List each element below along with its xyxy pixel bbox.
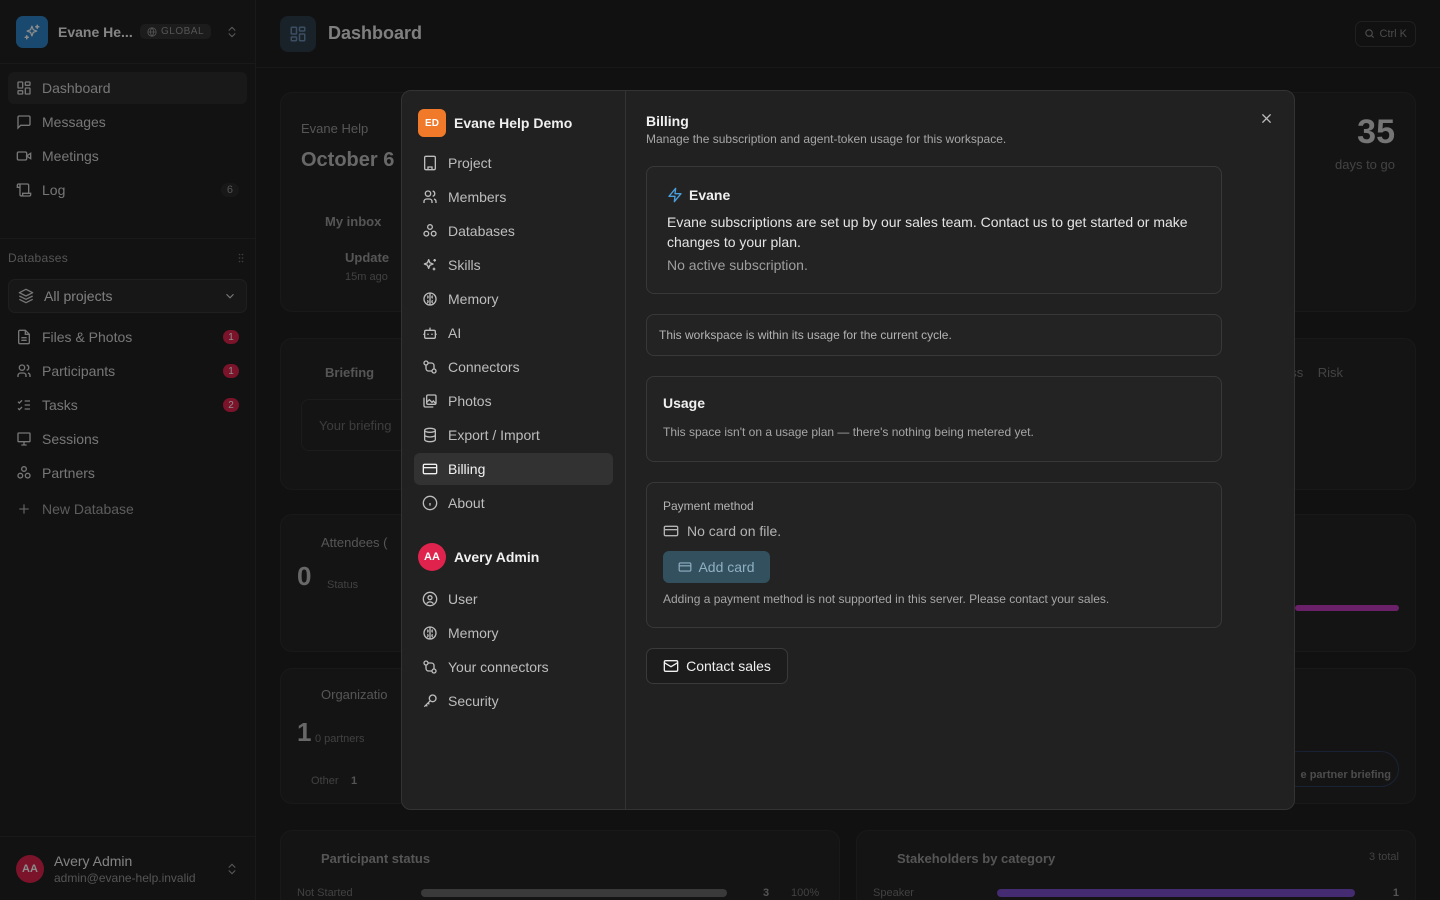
settings-item-label: Memory [448, 625, 499, 641]
settings-workspace-name: Evane Help Demo [454, 115, 573, 131]
settings-item-user[interactable]: User [414, 583, 613, 615]
contact-sales-button[interactable]: Contact sales [646, 648, 788, 684]
settings-item-user-memory[interactable]: Memory [414, 617, 613, 649]
key-icon [423, 694, 437, 708]
settings-item-about[interactable]: About [414, 487, 613, 519]
settings-item-memory[interactable]: Memory [414, 283, 613, 315]
settings-item-label: Billing [448, 461, 486, 477]
sparkles-icon [423, 259, 436, 271]
credit-card-icon [422, 463, 438, 475]
settings-item-connectors[interactable]: Connectors [414, 351, 613, 383]
settings-item-label: Export / Import [448, 427, 540, 443]
settings-item-label: Photos [448, 393, 492, 409]
brain-icon [423, 626, 437, 640]
settings-item-label: User [448, 591, 478, 607]
settings-item-export-import[interactable]: Export / Import [414, 419, 613, 451]
info-icon [422, 495, 438, 511]
settings-item-label: AI [448, 325, 462, 341]
no-card-row: No card on file. [663, 523, 1205, 539]
settings-item-label: Security [448, 693, 499, 709]
settings-item-your-connectors[interactable]: Your connectors [414, 651, 613, 683]
boxes-icon [423, 224, 437, 237]
billing-title: Billing [646, 113, 689, 129]
payment-method-label: Payment method [663, 499, 754, 513]
user-circle-icon [422, 591, 438, 607]
plan-status: No active subscription. [667, 257, 808, 273]
payment-help-text: Adding a payment method is not supported… [663, 592, 1110, 606]
bot-icon [423, 327, 437, 339]
settings-item-project[interactable]: Project [414, 147, 613, 179]
zap-icon [668, 187, 682, 203]
plan-card: Evane Evane subscriptions are set up by … [646, 166, 1222, 294]
settings-sidebar: ED Evane Help Demo Project Members Datab… [402, 91, 626, 809]
mail-icon [663, 660, 679, 672]
brain-icon [423, 292, 437, 306]
close-icon[interactable] [1259, 111, 1274, 126]
plan-name: Evane [689, 187, 731, 203]
settings-item-label: Members [448, 189, 507, 205]
settings-item-billing[interactable]: Billing [414, 453, 613, 485]
settings-user-name: Avery Admin [454, 549, 540, 565]
photos-icon [423, 394, 437, 408]
settings-item-label: Memory [448, 291, 499, 307]
contact-sales-label: Contact sales [686, 658, 771, 674]
avatar: AA [418, 543, 446, 571]
plan-header: Evane [667, 187, 1201, 203]
usage-note: This workspace is within its usage for t… [646, 314, 1222, 356]
settings-item-label: Skills [448, 257, 481, 273]
settings-item-members[interactable]: Members [414, 181, 613, 213]
settings-item-databases[interactable]: Databases [414, 215, 613, 247]
usage-text: This space isn't on a usage plan — there… [663, 425, 1034, 439]
settings-item-ai[interactable]: AI [414, 317, 613, 349]
building-icon [424, 155, 436, 171]
no-card-text: No card on file. [687, 523, 782, 539]
settings-workspace-header: ED Evane Help Demo [414, 109, 613, 137]
add-card-label: Add card [698, 559, 755, 575]
settings-item-label: Your connectors [448, 659, 549, 675]
settings-item-label: Project [448, 155, 492, 171]
settings-item-security[interactable]: Security [414, 685, 613, 717]
add-card-button[interactable]: Add card [663, 551, 770, 583]
usage-card: Usage This space isn't on a usage plan —… [646, 376, 1222, 462]
billing-panel: Billing Manage the subscription and agen… [626, 91, 1294, 809]
database-icon [424, 427, 436, 443]
settings-dialog: ED Evane Help Demo Project Members Datab… [401, 90, 1295, 810]
credit-card-icon [663, 525, 679, 537]
settings-item-skills[interactable]: Skills [414, 249, 613, 281]
settings-item-label: About [448, 495, 485, 511]
payment-method-card: Payment method No card on file. Add card… [646, 482, 1222, 628]
settings-user-header: AA Avery Admin [414, 543, 613, 571]
users-icon [423, 190, 437, 203]
plan-description: Evane subscriptions are set up by our sa… [667, 214, 1188, 250]
settings-item-label: Databases [448, 223, 515, 239]
settings-item-label: Connectors [448, 359, 520, 375]
workspace-avatar: ED [418, 109, 446, 137]
settings-item-photos[interactable]: Photos [414, 385, 613, 417]
usage-title: Usage [663, 395, 706, 411]
connectors-icon [423, 360, 437, 374]
connectors-icon [423, 660, 437, 674]
billing-subtitle: Manage the subscription and agent-token … [646, 132, 1007, 146]
credit-card-icon [679, 562, 692, 572]
